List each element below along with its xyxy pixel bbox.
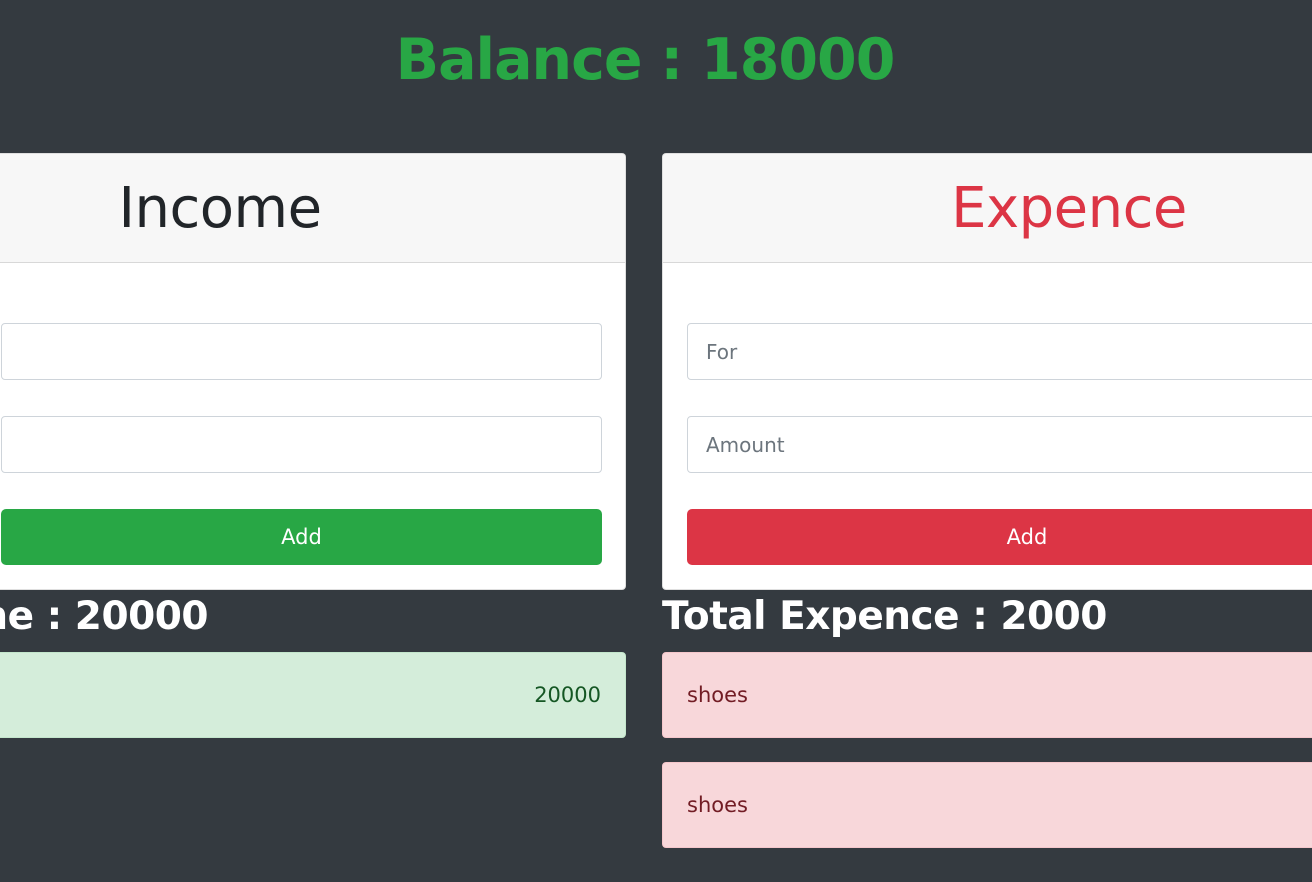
income-for-input[interactable] bbox=[1, 323, 602, 380]
balance-heading: Balance : 18000 bbox=[395, 27, 896, 93]
total-expence: Total Expence : 2000 bbox=[662, 594, 1107, 639]
income-amount-input[interactable] bbox=[1, 416, 602, 473]
expence-card: Expence Add bbox=[662, 153, 1312, 590]
expence-entry-label: shoes bbox=[687, 793, 748, 817]
expence-list-item: shoes bbox=[662, 762, 1312, 848]
income-card: Income Add bbox=[0, 153, 626, 590]
expence-for-input[interactable] bbox=[687, 323, 1312, 380]
income-add-button[interactable]: Add bbox=[1, 509, 602, 565]
expence-title: Expence bbox=[951, 176, 1187, 241]
income-list-item: 20000 bbox=[0, 652, 626, 738]
income-title: Income bbox=[118, 176, 322, 241]
expence-amount-input[interactable] bbox=[687, 416, 1312, 473]
income-entry-amount: 20000 bbox=[534, 683, 601, 707]
expence-add-button[interactable]: Add bbox=[687, 509, 1312, 565]
expence-list-item: shoes bbox=[662, 652, 1312, 738]
total-income: me : 20000 bbox=[0, 594, 208, 639]
expence-entry-label: shoes bbox=[687, 683, 748, 707]
